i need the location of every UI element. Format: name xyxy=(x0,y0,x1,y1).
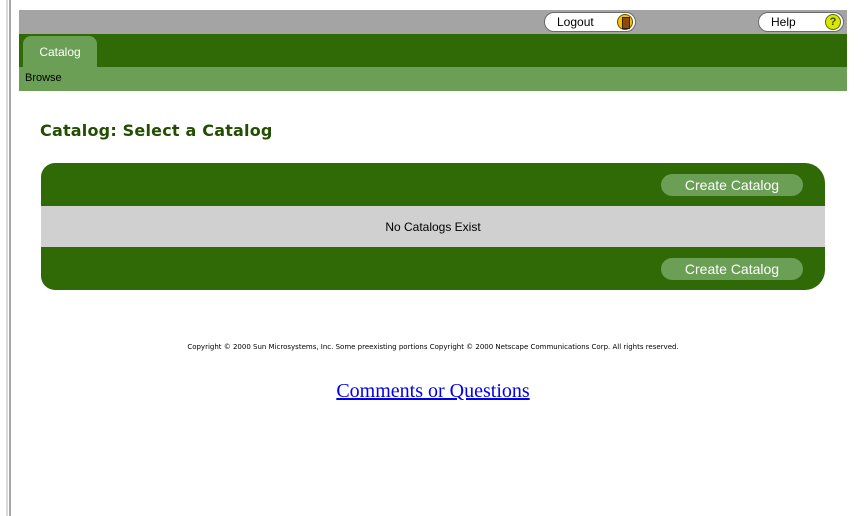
tab-catalog[interactable]: Catalog xyxy=(23,36,97,67)
question-mark-icon: ? xyxy=(825,14,841,30)
copyright-notice: Copyright © 2000 Sun Microsystems, Inc. … xyxy=(187,343,679,351)
panel-bottom-toolbar: Create Catalog xyxy=(41,247,825,290)
tab-bar: Catalog xyxy=(19,34,847,67)
logout-button[interactable]: Logout xyxy=(544,12,636,32)
help-button[interactable]: Help ? xyxy=(758,12,844,32)
sub-navigation-bar: Browse xyxy=(19,67,847,91)
comments-or-questions-link[interactable]: Comments or Questions xyxy=(336,380,529,402)
top-utility-bar: Logout Help ? xyxy=(19,10,847,34)
comments-container: Comments or Questions xyxy=(0,380,866,403)
empty-state-message: No Catalogs Exist xyxy=(41,206,825,247)
page-title: Catalog: Select a Catalog xyxy=(40,121,273,140)
catalog-panel: Create Catalog No Catalogs Exist Create … xyxy=(41,163,825,290)
help-label: Help xyxy=(771,15,796,29)
left-frame-border xyxy=(0,0,11,516)
logout-label: Logout xyxy=(557,15,594,29)
door-icon xyxy=(617,14,633,30)
panel-top-toolbar: Create Catalog xyxy=(41,163,825,206)
create-catalog-button-top[interactable]: Create Catalog xyxy=(661,174,803,196)
subnav-item-browse[interactable]: Browse xyxy=(25,72,62,84)
create-catalog-button-bottom[interactable]: Create Catalog xyxy=(661,258,803,280)
